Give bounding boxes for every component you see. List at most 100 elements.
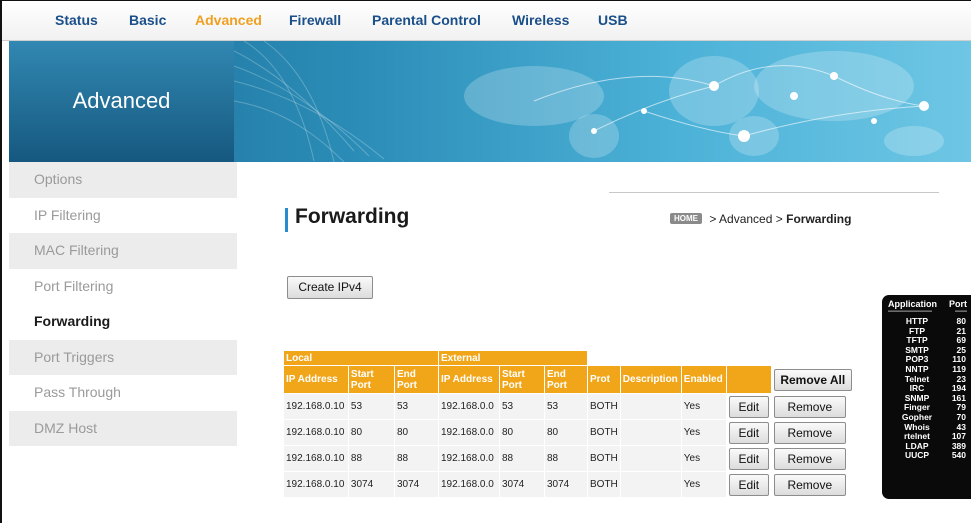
table-row: 192.168.0.10 80 80 192.168.0.0 80 80 BOT… — [284, 420, 862, 445]
col-ext-start: Start Port — [500, 366, 544, 393]
cell-ext-end: 88 — [545, 446, 587, 471]
cell-description — [620, 420, 681, 445]
create-ipv4-button[interactable]: Create IPv4 — [287, 276, 373, 299]
title-divider — [609, 192, 939, 193]
col-description: Description — [620, 366, 681, 393]
cell-ext-end: 80 — [545, 420, 587, 445]
legend-row: UUCP 540 — [888, 451, 967, 461]
breadcrumb-section[interactable]: Advanced — [719, 212, 772, 226]
cell-local-ip: 192.168.0.10 — [284, 420, 348, 445]
cell-description — [620, 446, 681, 471]
legend-header: Application Port — [888, 299, 967, 309]
edit-button[interactable]: Edit — [728, 447, 769, 470]
top-nav: Status Basic Advanced Firewall Parental … — [2, 1, 971, 41]
nav-advanced[interactable]: Advanced — [195, 12, 262, 28]
group-spacer — [588, 351, 862, 365]
banner-title-panel: Advanced — [9, 41, 234, 162]
legend-port: 540 — [951, 450, 966, 461]
cell-local-end: 80 — [394, 420, 438, 445]
cell-description — [620, 472, 681, 497]
table-header-row: IP Address Start Port End Port IP Addres… — [284, 366, 862, 393]
cell-local-ip: 192.168.0.10 — [284, 446, 348, 471]
home-icon[interactable]: HOME — [670, 213, 702, 224]
legend-header-port: Port — [949, 299, 967, 309]
cell-enabled: Yes — [681, 446, 726, 471]
legend-divider-app: ---------------------- — [888, 309, 932, 315]
cell-ext-end: 53 — [545, 394, 587, 419]
sidebar-item-port-filtering[interactable]: Port Filtering — [9, 268, 237, 304]
sidebar-item-forwarding[interactable]: Forwarding — [9, 304, 237, 340]
col-remove: Remove All — [771, 366, 862, 393]
cell-local-start: 80 — [348, 420, 394, 445]
edit-button[interactable]: Edit — [728, 421, 769, 444]
sidebar-item-dmz-host[interactable]: DMZ Host — [9, 410, 237, 446]
cell-ext-end: 3074 — [545, 472, 587, 497]
col-local-start: Start Port — [348, 366, 394, 393]
nav-firewall[interactable]: Firewall — [289, 12, 341, 28]
cell-edit: Edit — [726, 394, 771, 419]
legend-header-app: Application — [888, 299, 937, 309]
sidebar: Options IP Filtering MAC Filtering Port … — [9, 162, 237, 446]
nav-basic[interactable]: Basic — [129, 12, 166, 28]
sidebar-item-ip-filtering[interactable]: IP Filtering — [9, 197, 237, 233]
cell-ext-ip: 192.168.0.0 — [439, 394, 499, 419]
legend-divider: ---------------------- ------ — [888, 309, 967, 316]
cell-local-start: 53 — [348, 394, 394, 419]
sidebar-item-pass-through[interactable]: Pass Through — [9, 375, 237, 411]
sidebar-item-options[interactable]: Options — [9, 162, 237, 198]
cell-local-end: 88 — [394, 446, 438, 471]
col-edit — [726, 366, 771, 393]
cell-ext-ip: 192.168.0.0 — [439, 446, 499, 471]
cell-ext-ip: 192.168.0.0 — [439, 472, 499, 497]
banner: Advanced — [9, 41, 971, 162]
nav-status[interactable]: Status — [55, 12, 98, 28]
cell-description — [620, 394, 681, 419]
cell-prot: BOTH — [588, 472, 620, 497]
nav-parental-control[interactable]: Parental Control — [372, 12, 481, 28]
table-row: 192.168.0.10 53 53 192.168.0.0 53 53 BOT… — [284, 394, 862, 419]
remove-button[interactable]: Remove — [773, 473, 846, 496]
cell-ext-start: 3074 — [500, 472, 544, 497]
col-prot: Prot — [588, 366, 620, 393]
cell-local-ip: 192.168.0.10 — [284, 394, 348, 419]
world-map-graphic — [234, 41, 944, 162]
legend-app: UUCP — [904, 450, 930, 461]
edit-button[interactable]: Edit — [728, 395, 769, 418]
cell-enabled: Yes — [681, 394, 726, 419]
remove-button[interactable]: Remove — [773, 395, 846, 418]
sidebar-item-port-triggers[interactable]: Port Triggers — [9, 339, 237, 375]
forwarding-table: Local External IP Address Start Port End… — [283, 350, 863, 498]
cell-local-start: 88 — [348, 446, 394, 471]
nav-usb[interactable]: USB — [598, 12, 628, 28]
edit-button[interactable]: Edit — [728, 473, 769, 496]
col-ext-ip: IP Address — [439, 366, 499, 393]
breadcrumb: HOME > Advanced > Forwarding — [670, 212, 851, 226]
remove-button[interactable]: Remove — [773, 421, 846, 444]
breadcrumb-current: Forwarding — [786, 212, 852, 226]
title-accent-bar — [285, 208, 288, 232]
cell-ext-start: 88 — [500, 446, 544, 471]
page-title: Forwarding — [295, 205, 410, 228]
remove-all-button[interactable]: Remove All — [773, 368, 852, 391]
cell-edit: Edit — [726, 446, 771, 471]
legend-row: HTTP 80 — [888, 316, 967, 327]
cell-local-end: 3074 — [394, 472, 438, 497]
cell-edit: Edit — [726, 420, 771, 445]
group-external: External — [439, 351, 587, 365]
col-local-end: End Port — [394, 366, 438, 393]
nav-wireless[interactable]: Wireless — [512, 12, 569, 28]
cell-remove: Remove — [771, 446, 862, 471]
remove-button[interactable]: Remove — [773, 447, 846, 470]
cell-local-start: 3074 — [348, 472, 394, 497]
table-row: 192.168.0.10 3074 3074 192.168.0.0 3074 … — [284, 472, 862, 497]
cell-remove: Remove — [771, 420, 862, 445]
cell-local-ip: 192.168.0.10 — [284, 472, 348, 497]
sidebar-item-mac-filtering[interactable]: MAC Filtering — [9, 233, 237, 269]
breadcrumb-sep: > — [709, 212, 717, 226]
cell-prot: BOTH — [588, 394, 620, 419]
cell-ext-start: 80 — [500, 420, 544, 445]
table-group-row: Local External — [284, 351, 862, 365]
breadcrumb-sep: > — [775, 212, 783, 226]
cell-remove: Remove — [771, 394, 862, 419]
col-local-ip: IP Address — [284, 366, 348, 393]
